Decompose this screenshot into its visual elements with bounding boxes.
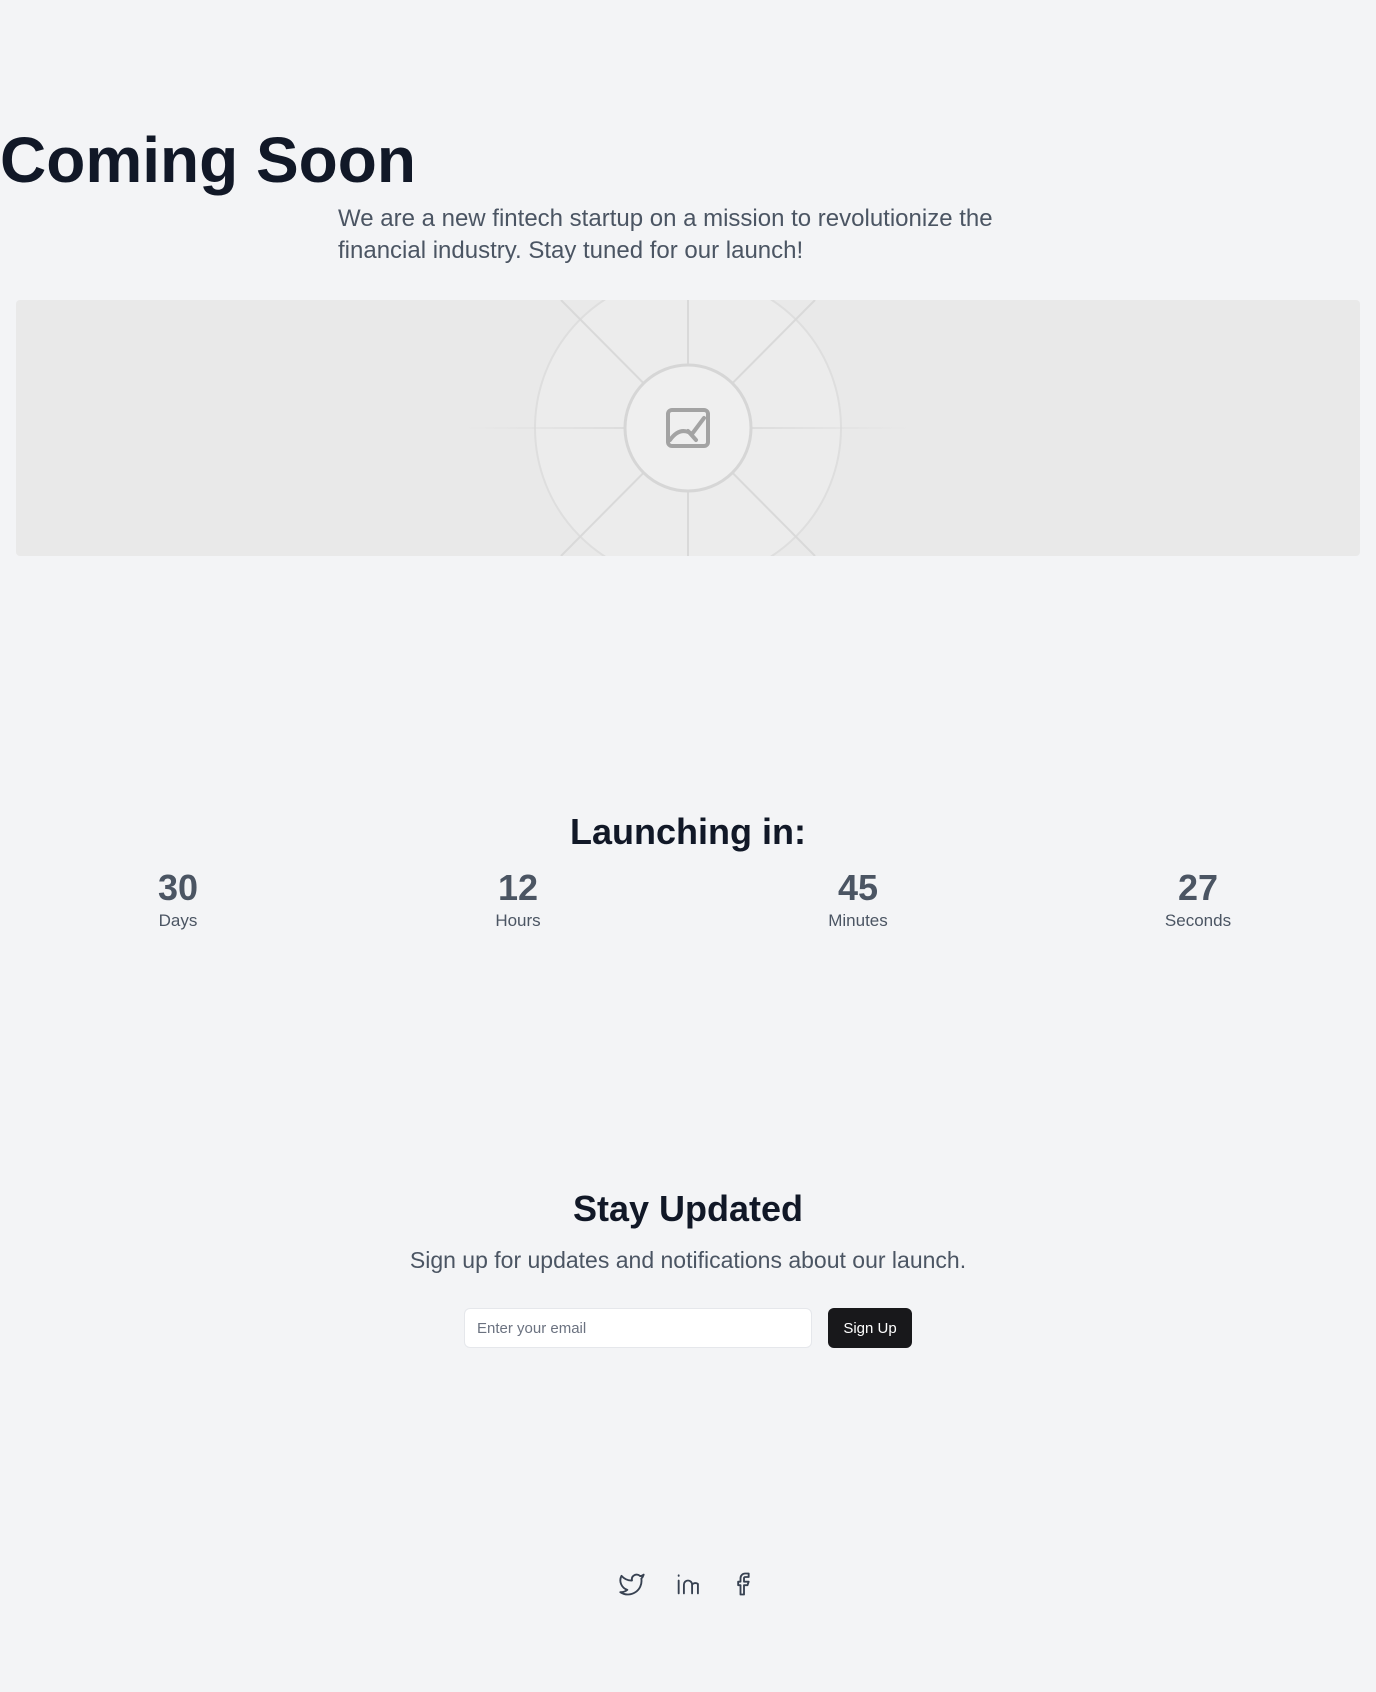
countdown-minutes: 45 Minutes bbox=[758, 866, 958, 932]
page-title: Coming Soon bbox=[0, 124, 416, 196]
hero-subtitle: We are a new fintech startup on a missio… bbox=[338, 205, 993, 264]
linkedin-link[interactable] bbox=[674, 1570, 702, 1598]
image-placeholder-icon bbox=[466, 300, 910, 556]
countdown-days-value: 30 bbox=[157, 867, 199, 908]
countdown-days-label: Days bbox=[158, 911, 198, 930]
countdown-seconds-label: Seconds bbox=[1164, 911, 1232, 930]
countdown-minutes-value: 45 bbox=[837, 867, 879, 908]
countdown-timer: 30 Days 12 Hours 45 Minutes 27 Seconds bbox=[0, 866, 1376, 936]
countdown-seconds-value: 27 bbox=[1177, 867, 1219, 908]
countdown-seconds: 27 Seconds bbox=[1098, 866, 1298, 932]
signup-form: Sign Up bbox=[464, 1308, 912, 1348]
newsletter-title: Stay Updated bbox=[572, 1188, 804, 1229]
social-links bbox=[0, 1570, 1376, 1598]
linkedin-icon bbox=[677, 1574, 699, 1595]
countdown-hours: 12 Hours bbox=[418, 866, 618, 932]
facebook-link[interactable] bbox=[730, 1570, 758, 1598]
sign-up-button[interactable]: Sign Up bbox=[828, 1308, 912, 1348]
twitter-icon bbox=[619, 1573, 645, 1596]
email-input[interactable] bbox=[464, 1308, 812, 1348]
twitter-link[interactable] bbox=[618, 1570, 646, 1598]
hero-image-placeholder bbox=[16, 300, 1360, 556]
facebook-icon bbox=[737, 1572, 750, 1596]
countdown-title: Launching in: bbox=[570, 811, 806, 852]
countdown-hours-label: Hours bbox=[495, 911, 541, 930]
countdown-minutes-label: Minutes bbox=[828, 911, 888, 930]
countdown-days: 30 Days bbox=[78, 866, 278, 932]
countdown-hours-value: 12 bbox=[497, 867, 539, 908]
newsletter-subtitle: Sign up for updates and notifications ab… bbox=[409, 1247, 967, 1273]
